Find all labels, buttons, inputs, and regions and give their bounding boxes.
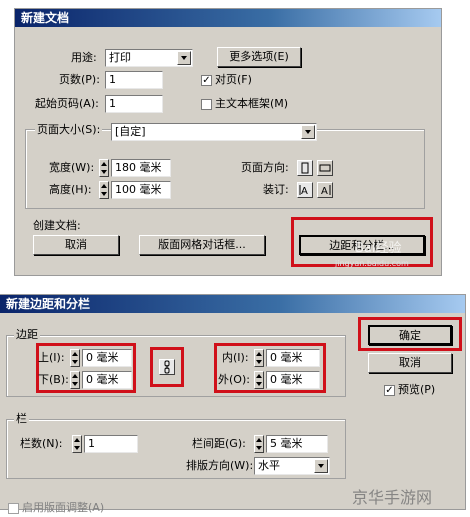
master-text-frame-checkbox[interactable] [201,99,212,110]
chevron-down-icon[interactable] [177,51,191,65]
layout-adjust-label: 启用版面调整(A) [22,501,105,514]
new-document-dialog: 新建文档 用途: 打印 更多选项(E) 页数(P): 1 ✓ 对页(F) 起始页… [14,8,442,276]
page-size-select[interactable]: [自定] [111,123,317,141]
outside-margin-input[interactable]: 0 毫米 [266,371,320,389]
purpose-value: 打印 [109,51,131,64]
watermark-text: Bai经验 [355,241,402,256]
direction-label: 排版方向(W): [186,459,254,472]
columns-count-label: 栏数(N): [20,437,63,450]
pages-label: 页数(P): [59,73,100,86]
start-page-label: 起始页码(A): [35,97,99,110]
height-input[interactable]: 100 毫米 [111,181,171,199]
gutter-input[interactable]: 5 毫米 [266,435,328,453]
columns-count-input[interactable]: 1 [84,435,138,453]
cancel-button[interactable]: 取消 [368,353,452,373]
gutter-spinner[interactable] [254,435,264,453]
preview-checkbox[interactable]: ✓ [384,385,395,396]
layout-adjust-checkbox[interactable] [8,503,19,514]
more-options-button[interactable]: 更多选项(E) [217,47,301,67]
facing-pages-checkbox[interactable]: ✓ [201,75,212,86]
width-label: 宽度(W): [49,161,95,174]
cancel-button[interactable]: 取消 [33,235,119,255]
chain-link-icon[interactable] [159,359,175,375]
layout-grid-dialog-button[interactable]: 版面网格对话框... [139,235,265,255]
columns-count-spinner[interactable] [72,435,82,453]
columns-group-title: 栏 [14,412,29,426]
binding-left-icon[interactable]: A [297,182,313,198]
dialog-title: 新建边距和分栏 [0,295,465,313]
inside-margin-label: 内(I): [222,351,249,364]
master-text-frame-label: 主文本框架(M) [215,97,289,110]
preview-label: 预览(P) [398,383,436,396]
start-page-input[interactable]: 1 [105,95,163,113]
height-label: 高度(H): [49,183,92,196]
landscape-icon[interactable] [317,160,333,176]
outside-margin-label: 外(O): [218,373,250,386]
page-size-label: 页面大小(S): [35,123,103,137]
dialog-title: 新建文档 [15,9,441,27]
chevron-down-icon[interactable] [301,125,315,139]
height-spinner[interactable] [99,181,109,199]
outside-margin-spinner[interactable] [254,371,264,389]
binding-label: 装订: [263,183,289,196]
purpose-select[interactable]: 打印 [105,49,193,67]
watermark-url: jingyan.baidu.com [335,259,409,268]
inside-margin-input[interactable]: 0 毫米 [266,349,320,367]
svg-text:A: A [321,186,328,197]
svg-text:A: A [301,186,308,197]
inside-margin-spinner[interactable] [254,349,264,367]
new-margins-columns-dialog: 新建边距和分栏 边距 上(I): 0 毫米 下(B): 0 毫米 内(I): 0… [0,294,466,514]
binding-right-icon[interactable]: A [317,182,333,198]
site-watermark: 京华手游网 [352,488,433,507]
top-margin-label: 上(I): [38,351,65,364]
facing-pages-label: 对页(F) [215,73,252,86]
bottom-margin-spinner[interactable] [70,371,80,389]
width-spinner[interactable] [99,159,109,177]
top-margin-spinner[interactable] [70,349,80,367]
page-size-value: [自定] [115,125,146,138]
gutter-label: 栏间距(G): [192,437,246,450]
margins-group-title: 边距 [14,328,40,342]
bottom-margin-input[interactable]: 0 毫米 [82,371,132,389]
create-document-label: 创建文档: [33,219,81,232]
ok-button[interactable]: 确定 [368,325,452,345]
top-margin-input[interactable]: 0 毫米 [82,349,132,367]
direction-select[interactable]: 水平 [254,457,330,475]
pages-input[interactable]: 1 [105,71,163,89]
direction-value: 水平 [258,459,280,472]
chevron-down-icon[interactable] [314,459,328,473]
orientation-label: 页面方向: [241,161,289,174]
purpose-label: 用途: [71,51,97,64]
bottom-margin-label: 下(B): [38,373,69,386]
portrait-icon[interactable] [297,160,313,176]
width-input[interactable]: 180 毫米 [111,159,171,177]
